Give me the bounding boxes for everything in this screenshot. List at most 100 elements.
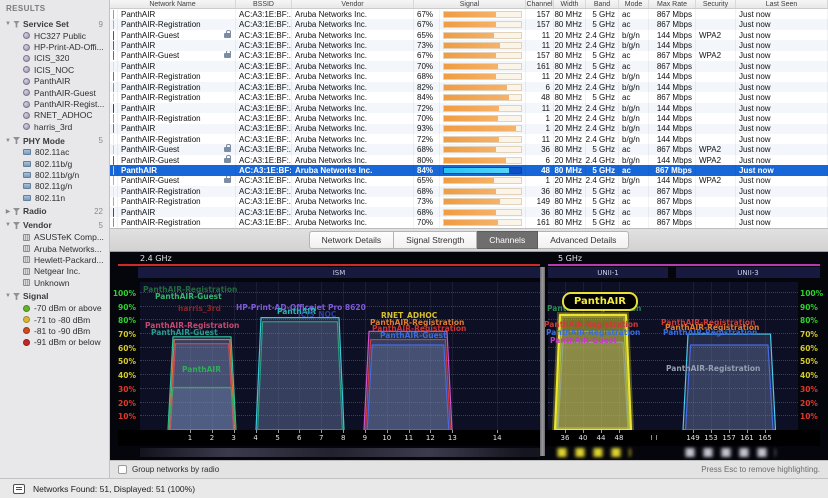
tab-channels[interactable]: Channels — [477, 231, 539, 249]
column-header-bssid[interactable]: BSSID — [236, 0, 292, 8]
wifi-scanner-window: RESULTS ▼ Service Set 9 HC327 Public HP-Prin… — [0, 0, 828, 498]
signal-level-icon — [23, 327, 30, 335]
disclosure-triangle-icon[interactable]: ▼ — [4, 21, 12, 27]
table-row[interactable]: PanthAIR-Guest AC:A3:1E:BF:... Aruba Netwo… — [110, 29, 828, 41]
sidebar-item-802-11g-n[interactable]: 802.11g/n — [0, 181, 109, 192]
column-header-security[interactable]: Security — [696, 0, 736, 8]
table-row[interactable]: PanthAIR-Registration AC:A3:1E:BF:... Arub… — [110, 92, 828, 103]
table-row[interactable]: PanthAIR-Guest AC:A3:1E:BF:... Aruba Netwo… — [110, 175, 828, 187]
signal-bar-cell — [440, 9, 526, 20]
signal-bar-cell — [440, 186, 526, 197]
group-by-radio-checkbox[interactable] — [118, 465, 127, 474]
disclosure-triangle-icon[interactable]: ▶ — [4, 208, 12, 215]
sidebar-item-panthair-regist[interactable]: PanthAIR-Regist... — [0, 98, 109, 109]
signal-percent-cell: 68% — [414, 144, 440, 155]
sidebar-group-service-set[interactable]: ▼ Service Set 9 — [0, 18, 109, 30]
table-row[interactable]: PanthAIRAC:A3:1E:BF:...Aruba Networks In… — [110, 61, 828, 72]
sidebar-item-panthair[interactable]: PanthAIR — [0, 76, 109, 87]
table-row[interactable]: PanthAIR-Registration AC:A3:1E:BF:... Arub… — [110, 186, 828, 197]
table-row[interactable]: PanthAIRAC:A3:1E:BF:...Aruba Networks In… — [110, 165, 828, 176]
disclosure-triangle-icon[interactable]: ▼ — [4, 138, 12, 144]
column-header-signal[interactable]: Signal — [414, 0, 526, 8]
sidebar-item-aruba-networks[interactable]: Aruba Networks... — [0, 243, 109, 254]
sidebar-item-panthair-guest[interactable]: PanthAIR-Guest — [0, 87, 109, 98]
table-row[interactable]: PanthAIR-Guest AC:A3:1E:BF:... Aruba Netwo… — [110, 50, 828, 62]
column-header-max-rate[interactable]: Max Rate — [649, 0, 696, 8]
column-header-mode[interactable]: Mode — [619, 0, 649, 8]
column-header-network-name[interactable]: Network Name — [110, 0, 236, 8]
table-row[interactable]: PanthAIRAC:A3:1E:BF:...Aruba Networks In… — [110, 123, 828, 135]
sidebar-item-hewlett-packard[interactable]: Hewlett-Packard... — [0, 254, 109, 265]
table-row[interactable]: PanthAIR-Guest AC:A3:1E:BF:... Aruba Netwo… — [110, 144, 828, 155]
channel-cell: 1 — [526, 113, 554, 124]
network-icon — [23, 66, 30, 74]
sidebar-item-hp-print-ad-offi[interactable]: HP-Print-AD-Offi... — [0, 41, 109, 52]
table-row[interactable]: PanthAIR-Guest AC:A3:1E:BF:... Aruba Netwo… — [110, 154, 828, 166]
sidebar-item-802-11b-g-n[interactable]: 802.11b/g/n — [0, 169, 109, 180]
table-row[interactable]: PanthAIRAC:A3:1E:BF:...Aruba Networks In… — [110, 9, 828, 20]
sidebar-item-label: PanthAIR — [34, 76, 71, 87]
network-color-chip — [110, 144, 118, 155]
group-by-radio-label: Group networks by radio — [132, 465, 220, 474]
signal-percent-cell: 84% — [414, 165, 440, 176]
sidebar-item-rnet-adhoc[interactable]: RNET_ADHOC — [0, 110, 109, 121]
sidebar-item-netgear-inc[interactable]: Netgear Inc. — [0, 266, 109, 277]
sidebar-group-phy-mode[interactable]: ▼ PHY Mode 5 — [0, 135, 109, 147]
phy-mode-icon — [23, 160, 31, 167]
vendor-cell: Aruba Networks Inc. — [292, 29, 414, 41]
spectrum-network-label: PanthAIR-Guest — [550, 336, 617, 345]
table-row[interactable]: PanthAIR-Registration AC:A3:1E:BF:... Arub… — [110, 113, 828, 124]
table-row[interactable]: PanthAIR-Registration AC:A3:1E:BF:... Arub… — [110, 71, 828, 82]
sidebar-item-asustek-comp[interactable]: ASUSTeK Comp... — [0, 231, 109, 242]
column-header-last-seen[interactable]: Last Seen — [736, 0, 828, 8]
table-row[interactable]: PanthAIRAC:A3:1E:BF:...Aruba Networks In… — [110, 40, 828, 51]
table-row[interactable]: PanthAIR-Registration AC:A3:1E:BF:... Arub… — [110, 81, 828, 93]
sidebar-item-hc327-public[interactable]: HC327 Public — [0, 30, 109, 41]
channel-cell: 11 — [526, 102, 554, 114]
column-header-vendor[interactable]: Vendor — [292, 0, 414, 8]
disclosure-triangle-icon[interactable]: ▼ — [4, 293, 12, 299]
sidebar-group-radio[interactable]: ▶ Radio 22 — [0, 205, 109, 217]
sidebar-item-icis-noc[interactable]: ICIS_NOC — [0, 64, 109, 75]
y-axis-label-left: 60% — [118, 343, 136, 353]
phy-mode-icon — [23, 183, 31, 190]
sidebar-item-91-dbm-or-below[interactable]: -91 dBm or below — [0, 337, 109, 348]
mode-cell: ac — [619, 9, 649, 20]
network-list-icon[interactable] — [13, 483, 25, 494]
table-row[interactable]: PanthAIR-Registration AC:A3:1E:BF:... Arub… — [110, 217, 828, 228]
sidebar-group-vendor[interactable]: ▼ Vendor 5 — [0, 219, 109, 231]
network-name-cell: PanthAIR-Registration — [118, 19, 236, 30]
bssid-cell: AC:A3:1E:BF:... — [236, 81, 292, 93]
sidebar-item-802-11ac[interactable]: 802.11ac — [0, 147, 109, 158]
disclosure-triangle-icon[interactable]: ▼ — [4, 222, 12, 228]
table-row[interactable]: PanthAIR-Registration AC:A3:1E:BF:... Arub… — [110, 134, 828, 145]
bssid-cell: AC:A3:1E:BF:... — [236, 71, 292, 82]
sidebar-item-icis-320[interactable]: ICIS_320 — [0, 53, 109, 64]
bssid-cell: AC:A3:1E:BF:... — [236, 154, 292, 166]
sidebar-item-unknown[interactable]: Unknown — [0, 277, 109, 288]
signal-level-icon — [23, 316, 30, 323]
table-row[interactable]: PanthAIR-Registration AC:A3:1E:BF:... Arub… — [110, 19, 828, 30]
sidebar-item-harris-3rd[interactable]: harris_3rd — [0, 121, 109, 132]
mode-cell: ac — [619, 92, 649, 103]
table-row[interactable]: PanthAIRAC:A3:1E:BF:...Aruba Networks In… — [110, 102, 828, 114]
last-seen-cell: Just now — [736, 29, 828, 41]
results-sidebar: RESULTS ▼ Service Set 9 HC327 Public HP-Prin… — [0, 0, 110, 478]
network-color-chip — [110, 40, 118, 51]
table-row[interactable]: PanthAIR-Registration AC:A3:1E:BF:... Arub… — [110, 196, 828, 208]
sidebar-item-81-to-90-dbm[interactable]: -81 to -90 dBm — [0, 325, 109, 336]
sidebar-item-label: Aruba Networks... — [34, 243, 102, 254]
sidebar-item-802-11n[interactable]: 802.11n — [0, 192, 109, 203]
sidebar-group-signal[interactable]: ▼ Signal — [0, 290, 109, 302]
tab-signal-strength[interactable]: Signal Strength — [394, 231, 478, 249]
tab-advanced-details[interactable]: Advanced Details — [538, 231, 630, 249]
sidebar-item-802-11b-g[interactable]: 802.11b/g — [0, 158, 109, 169]
table-row[interactable]: PanthAIRAC:A3:1E:BF:...Aruba Networks In… — [110, 207, 828, 218]
last-seen-cell: Just now — [736, 165, 828, 176]
column-header-width[interactable]: Width — [554, 0, 586, 8]
column-header-channel[interactable]: Channel — [526, 0, 554, 8]
sidebar-item-71-to-80-dbm[interactable]: -71 to -80 dBm — [0, 314, 109, 325]
tab-network-details[interactable]: Network Details — [308, 231, 395, 249]
sidebar-item-70-dbm-or-above[interactable]: -70 dBm or above — [0, 302, 109, 313]
column-header-band[interactable]: Band — [586, 0, 619, 8]
